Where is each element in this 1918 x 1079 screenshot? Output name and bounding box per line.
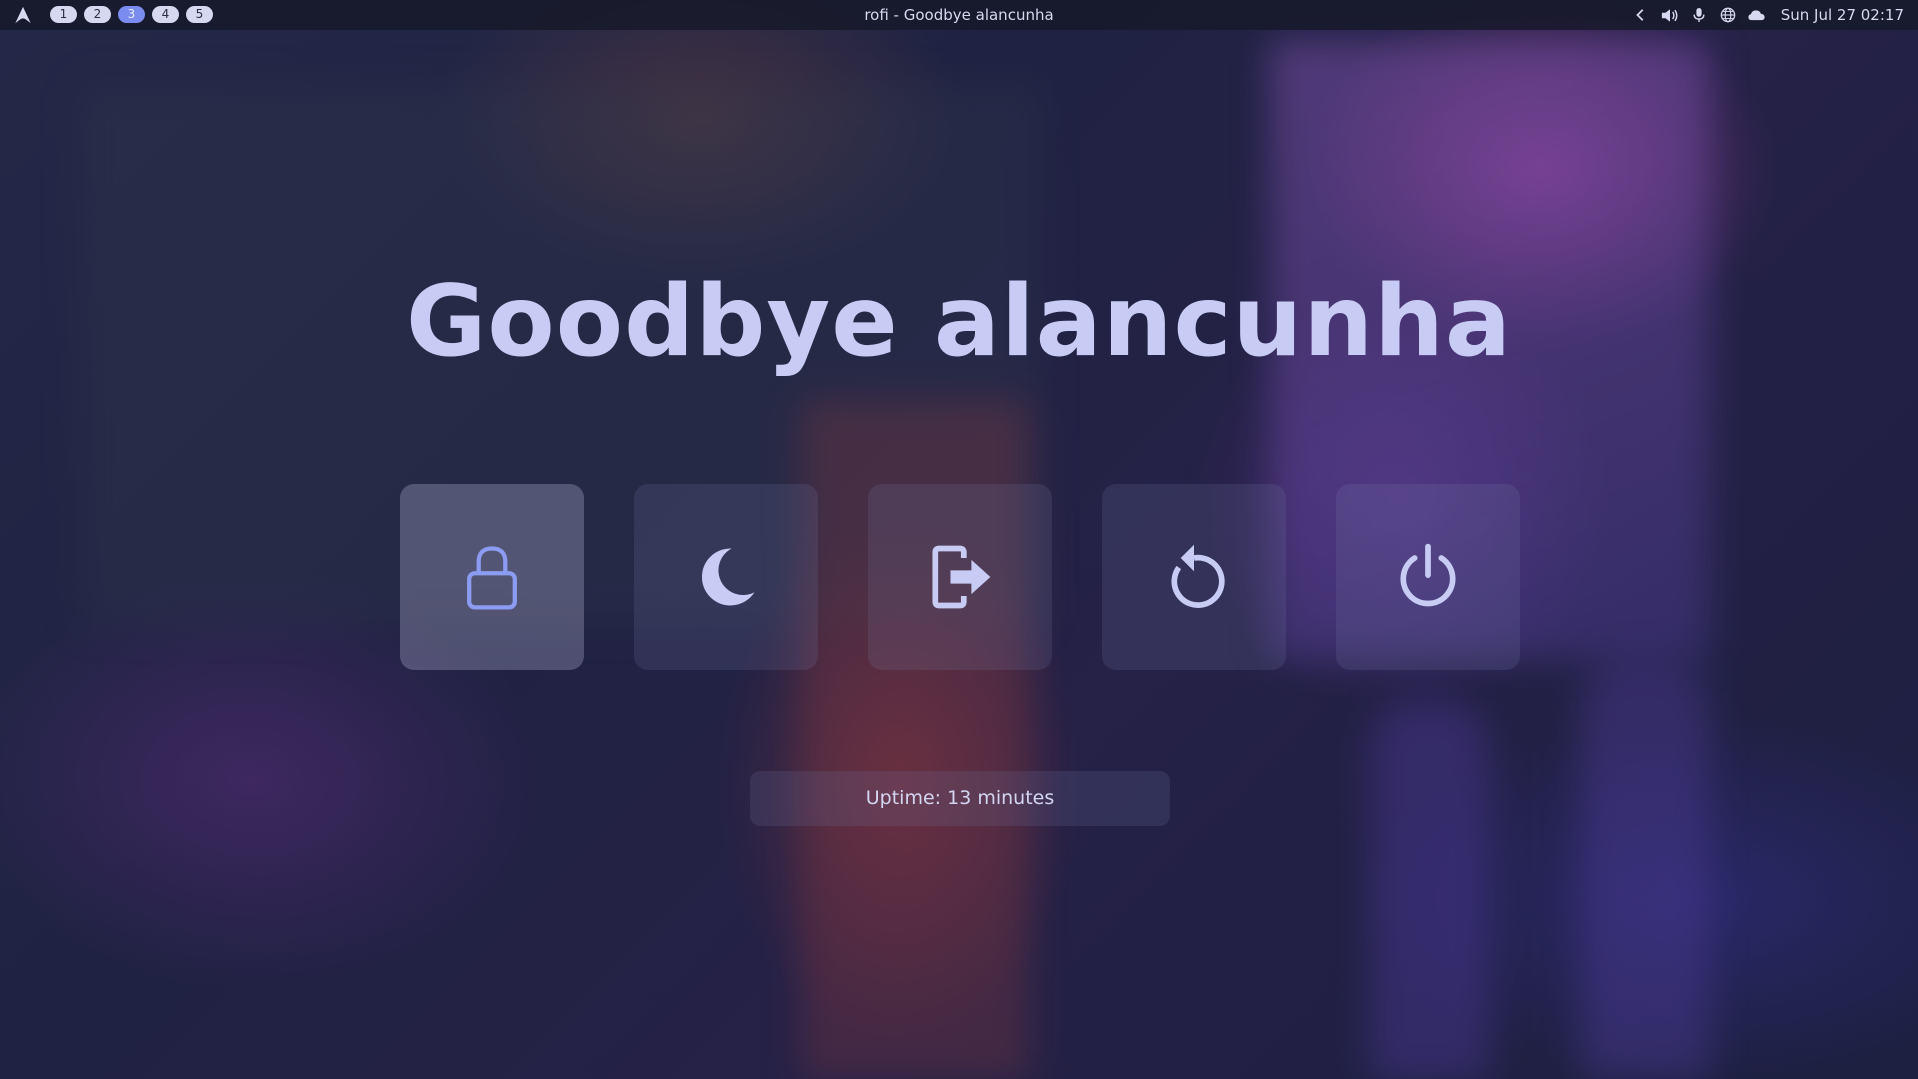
suspend-button[interactable] xyxy=(634,484,818,670)
network-icon[interactable] xyxy=(1719,6,1737,24)
window-title: rofi - Goodbye alancunha xyxy=(864,6,1054,24)
lock-button[interactable] xyxy=(400,484,584,670)
power-options xyxy=(400,484,1520,670)
cloud-icon[interactable] xyxy=(1748,6,1766,24)
power-icon xyxy=(1400,543,1456,607)
logout-icon xyxy=(932,545,991,609)
reboot-icon xyxy=(1171,544,1225,608)
reboot-button[interactable] xyxy=(1102,484,1286,670)
logout-button[interactable] xyxy=(868,484,1052,670)
top-bar: 1 2 3 4 5 rofi - Goodbye alancunha Sun J… xyxy=(0,0,1918,30)
moon-icon xyxy=(701,548,755,606)
lock-icon xyxy=(467,546,517,610)
chevron-left-icon[interactable] xyxy=(1632,6,1650,24)
clock[interactable]: Sun Jul 27 02:17 xyxy=(1781,6,1904,24)
system-tray: Sun Jul 27 02:17 xyxy=(1632,0,1904,30)
greeting-title: Goodbye alancunha xyxy=(405,265,1512,379)
shutdown-button[interactable] xyxy=(1336,484,1520,670)
microphone-icon[interactable] xyxy=(1690,6,1708,24)
uptime-label: Uptime: 13 minutes xyxy=(750,771,1170,826)
volume-icon[interactable] xyxy=(1661,6,1679,24)
